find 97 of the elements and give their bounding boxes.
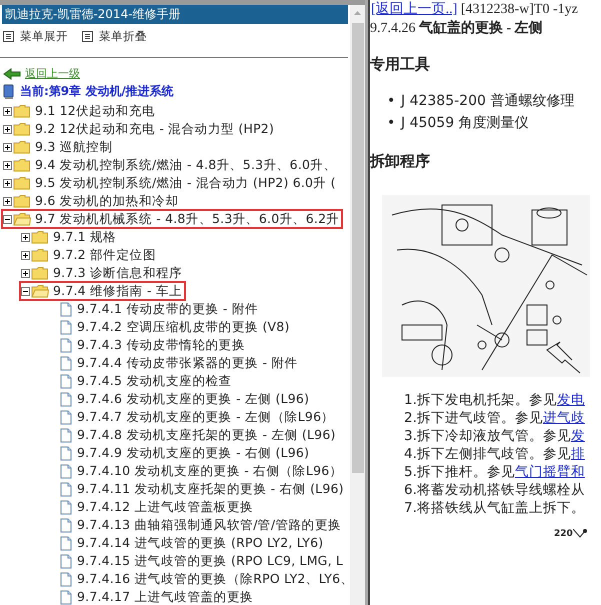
tree-item[interactable]: 9.7.4.7 发动机支座的更换 - 左侧（除L96） (77, 408, 334, 426)
list-icon[interactable] (82, 31, 93, 42)
tool-item: J 45059 角度测量仪 (401, 114, 529, 133)
tree-item[interactable]: 9.7.4.2 空调压缩机皮带的更换 (V8) (77, 318, 290, 336)
folder-icon (13, 140, 31, 154)
document-icon (59, 482, 73, 496)
document-icon (59, 446, 73, 460)
expander-icon[interactable] (3, 196, 12, 206)
computer-icon (3, 84, 15, 100)
expander-icon[interactable] (3, 124, 12, 134)
tree-item[interactable]: 9.4 发动机控制系统/燃油 - 4.8升、5.3升、6.0升、 (35, 156, 337, 174)
expander-icon[interactable] (21, 286, 30, 296)
scrollbar[interactable] (350, 5, 365, 605)
document-icon (59, 302, 73, 316)
folder-icon (13, 122, 31, 136)
bullet: • (387, 114, 396, 133)
expander-icon[interactable] (21, 232, 30, 242)
back-link[interactable]: [返回上一页..] (371, 2, 458, 17)
reference-link[interactable]: 发 (570, 428, 585, 444)
tree-item[interactable]: 9.7.4.16 进气歧管的更换（除RPO LY2、LY6、 (77, 570, 350, 588)
tree-item[interactable]: 9.7.4.8 发动机支座托架的更换 - 左侧 (L96) (77, 426, 336, 444)
manual-title: 凯迪拉克-凯雷德-2014-维修手册 (2, 5, 348, 24)
tree-item[interactable]: 9.7.4.3 传动皮带惰轮的更换 (77, 336, 246, 354)
document-icon (59, 320, 73, 334)
document-icon (59, 500, 73, 514)
section-heading: 专用工具 (370, 55, 431, 74)
tree-item[interactable]: 9.7.4.9 发动机支座的更换 - 右侧 (L96) (77, 444, 310, 462)
document-icon (59, 518, 73, 532)
callout-number: 220 (554, 529, 573, 539)
document-icon (59, 410, 73, 424)
tree-item[interactable]: 9.7.4.11 发动机支座托架的更换 - 右侧 (L96) (77, 480, 344, 498)
tree-item[interactable]: 9.7.3 诊断信息和程序 (53, 264, 182, 282)
document-icon (59, 392, 73, 406)
tree-item[interactable]: 9.6 发动机的加热和冷却 (35, 192, 178, 210)
document-icon (59, 374, 73, 388)
folder-icon (31, 266, 49, 280)
procedure-step: 2.拆下进气歧管。参见进气歧 (404, 409, 601, 427)
current-chapter: 当前:第9章 发动机/推进系统 (20, 83, 174, 100)
document-icon (59, 428, 73, 442)
expander-icon[interactable] (21, 268, 30, 278)
section-number: 9.7.4.26 (370, 21, 416, 36)
procedure-step: 4.拆下左侧排气歧管。参见排 (404, 445, 601, 463)
leader-line (572, 529, 587, 539)
reference-link[interactable]: 发电 (556, 392, 585, 408)
tree-item[interactable]: 9.7.2 部件定位图 (53, 246, 156, 264)
reference-link[interactable]: 进气歧 (542, 410, 585, 426)
folder-icon (31, 230, 49, 244)
tree-item[interactable]: 9.7.4.4 传动皮带张紧器的更换 - 附件 (77, 354, 298, 372)
tree-item[interactable]: 9.7.1 规格 (53, 228, 116, 246)
document-icon (59, 554, 73, 568)
folder-icon (13, 104, 31, 118)
document-icon (59, 356, 73, 370)
procedure-step: 7.将搭铁线从气缸盖上拆下。 (404, 499, 601, 517)
expander-icon[interactable] (3, 214, 12, 224)
expander-icon[interactable] (3, 106, 12, 116)
reference-link[interactable]: 气门摇臂和 (514, 464, 585, 480)
folder-icon (31, 248, 49, 262)
expander-icon[interactable] (3, 142, 12, 152)
document-id: [4312238-w]T0 -1yz (460, 2, 578, 17)
tree-item[interactable]: 9.7.4.12 上进气歧管盖板更换 (77, 498, 254, 516)
tree-item[interactable]: 9.7.4.14 进气歧管的更换 (RPO LY2, LY6) (77, 534, 324, 552)
expander-icon[interactable] (3, 160, 12, 170)
list-icon[interactable] (3, 31, 14, 42)
tool-item: J 42385-200 普通螺纹修理 (401, 92, 574, 111)
toolbar-link[interactable]: 菜单折叠 (99, 29, 147, 44)
folder-icon (13, 212, 31, 226)
tree-item[interactable]: 9.7.4.13 曲轴箱强制通风软管/管/管路的更换 (77, 516, 342, 534)
page-title: 气缸盖的更换 - 左侧 (419, 21, 543, 36)
back-arrow-icon[interactable] (3, 68, 21, 80)
tree-item[interactable]: 9.1 12伏起动和充电 (35, 102, 156, 120)
tree-item[interactable]: 9.7.4.10 发动机支座的更换 - 右侧（除L96） (77, 462, 343, 480)
back-link[interactable]: 返回上一级 (25, 66, 80, 81)
reference-link[interactable]: 排 (570, 446, 585, 462)
folder-icon (13, 194, 31, 208)
document-icon (59, 464, 73, 478)
tree-item[interactable]: 9.7.4.6 发动机支座的更换 - 左侧 (L96) (77, 390, 310, 408)
document-icon (59, 536, 73, 550)
document-icon (59, 572, 73, 586)
procedure-step: 3.拆下冷却液放气管。参见发 (404, 427, 601, 445)
expander-icon[interactable] (3, 178, 12, 188)
tree-item[interactable]: 9.7.4.1 传动皮带的更换 - 附件 (77, 300, 258, 318)
procedure-step: 5.拆下推杆。参见气门摇臂和 (404, 463, 601, 481)
tree-item[interactable]: 9.2 12伏起动和充电 - 混合动力型 (HP2) (35, 120, 274, 138)
expander-icon[interactable] (21, 250, 30, 260)
tree-item[interactable]: 9.5 发动机控制系统/燃油 - 混合动力 (HP2) 6.0升 ( (35, 174, 336, 192)
tree-item[interactable]: 9.7.4.15 进气歧管的更换 (RPO LC9, LMG, L (77, 552, 344, 570)
bullet: • (387, 92, 396, 111)
tree-item[interactable]: 9.7.4.17 上进气歧管盖的更换 (77, 588, 254, 605)
folder-icon (31, 284, 49, 298)
tree-item[interactable]: 9.7.4.5 发动机支座的检查 (77, 372, 232, 390)
procedure-step: 1.拆下发电机托架。参见发电 (404, 391, 601, 409)
toolbar-link[interactable]: 菜单展开 (20, 29, 68, 44)
folder-icon (13, 158, 31, 172)
procedure-step: 6.将蓄发动机搭铁导线螺栓从 (404, 481, 601, 499)
folder-icon (13, 176, 31, 190)
document-icon (59, 338, 73, 352)
tree-item[interactable]: 9.3 巡航控制 (35, 138, 112, 156)
